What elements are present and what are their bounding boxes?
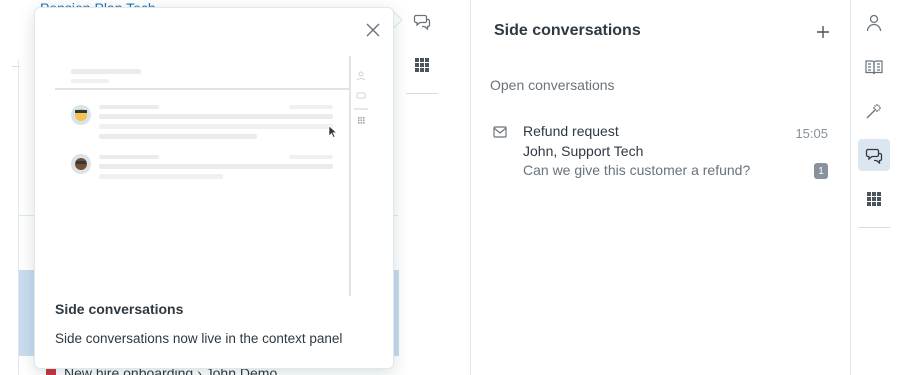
magic-wand-icon[interactable] [858,95,890,127]
knowledge-book-icon[interactable] [858,51,890,83]
section-label: Open conversations [490,77,615,93]
apps-grid-icon[interactable] [858,183,890,215]
app-root: Pension Plan Tech New hire onboarding › … [0,0,897,375]
user-icon[interactable] [858,7,890,39]
divider [406,93,438,94]
message-count-badge: 1 [814,163,828,179]
close-icon[interactable] [361,18,385,42]
apps-grid-icon[interactable] [410,53,434,77]
popover-body: Side conversations now live in the conte… [55,331,343,346]
side-conversations-icon[interactable] [410,9,434,33]
conversation-preview: Can we give this customer a refund? [523,162,751,178]
side-conversations-icon[interactable] [858,139,890,171]
priority-flag-icon [46,368,56,375]
side-conversations-panel: Side conversations Open conversations Re… [470,0,851,375]
conversation-item[interactable]: Refund request 15:05 John, Support Tech … [490,120,830,186]
divider [858,227,890,228]
conversation-time: 15:05 [795,126,828,141]
conversation-participants: John, Support Tech [523,143,644,159]
plus-icon[interactable] [811,20,835,44]
onboarding-popover: Side conversations Side conversations no… [34,7,394,369]
context-panel-rail [851,0,897,375]
conversation-subject: Refund request [523,123,619,139]
side-conversations-illustration [55,48,375,298]
ticket-toolbar [400,0,470,375]
panel-title: Side conversations [494,22,641,39]
mail-icon [493,125,507,143]
popover-title: Side conversations [55,301,184,317]
